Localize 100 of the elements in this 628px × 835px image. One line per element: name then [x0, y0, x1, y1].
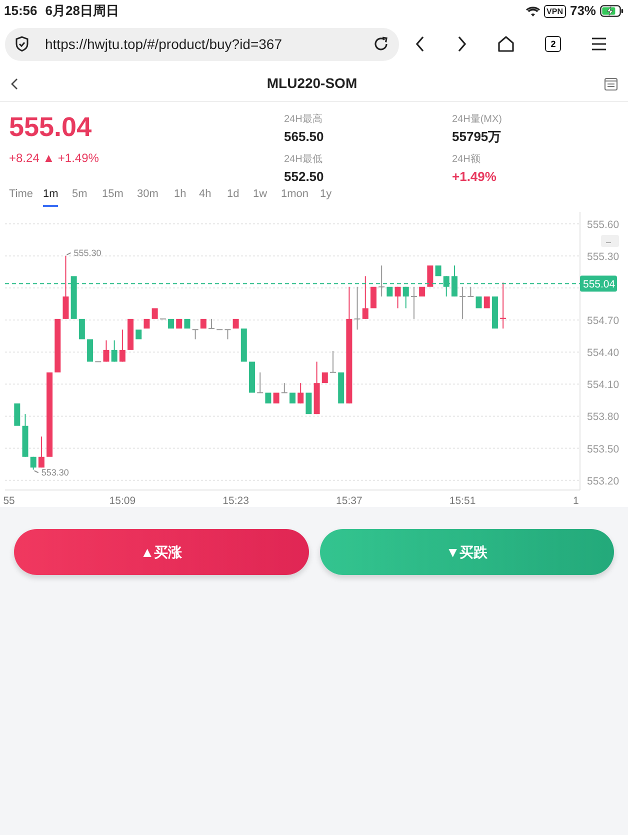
candle: [338, 372, 344, 404]
candle: [184, 318, 190, 329]
stat-value: 552.50: [284, 168, 325, 186]
axis-label: 554.10: [587, 379, 620, 392]
axis-label: 15:37: [336, 495, 362, 507]
interval-tab[interactable]: 1d: [227, 186, 240, 207]
axis-label: 555.30: [587, 250, 620, 263]
candle: [402, 286, 409, 309]
candle: [200, 318, 206, 329]
zoom-out-button[interactable]: –: [601, 235, 619, 247]
back-button[interactable]: [10, 76, 20, 90]
address-bar[interactable]: https://hwjtu.top/#/product/buy?id=367: [5, 28, 399, 60]
battery-percent: 73%: [570, 2, 596, 20]
candle: [152, 308, 158, 319]
price-change: +8.24 ▲ +1.49%: [9, 150, 100, 167]
candle: [370, 286, 376, 308]
candle: [443, 276, 450, 297]
annotation: 555.30: [74, 248, 102, 258]
axis-label: 55: [3, 495, 15, 507]
axis-label: 15:09: [109, 495, 136, 507]
battery-icon: [600, 5, 624, 17]
home-button[interactable]: [497, 35, 516, 53]
page-title: MLU220-SOM: [266, 74, 358, 93]
tabs-button[interactable]: 2: [545, 36, 562, 52]
candle: [330, 350, 336, 373]
last-price-tag: 555.04: [580, 276, 617, 292]
wifi-icon: [526, 6, 540, 16]
buy-down-button[interactable]: ▼买跌: [320, 529, 614, 575]
interval-tab[interactable]: 1w: [253, 186, 268, 207]
status-time: 15:56: [4, 2, 38, 20]
candle: [410, 286, 417, 320]
candle: [468, 286, 474, 297]
candle: [103, 340, 110, 362]
shield-icon: [15, 36, 29, 52]
candle: [394, 286, 401, 309]
interval-tab[interactable]: 30m: [137, 186, 158, 207]
candle: [208, 318, 215, 330]
axis-label: 553.50: [587, 443, 620, 456]
stat-label: 24H最低: [284, 152, 324, 166]
stat-value: +1.49%: [452, 168, 498, 186]
candle: [257, 372, 264, 394]
interval-tab[interactable]: 1mon: [281, 186, 309, 207]
candle: [386, 286, 393, 296]
candle: [427, 265, 434, 287]
candle: [30, 456, 36, 470]
candle: [14, 403, 20, 426]
interval-tab[interactable]: 5m: [72, 186, 88, 207]
candle: [249, 362, 255, 393]
candle: [70, 276, 77, 319]
candle: [111, 340, 118, 362]
axis-label: 555.60: [587, 218, 620, 231]
axis-label: 554.70: [587, 315, 620, 327]
candle: [354, 286, 360, 330]
candle: [460, 286, 466, 320]
candle: [500, 282, 506, 330]
candle: [476, 296, 482, 308]
candle: [306, 392, 312, 414]
candle: [144, 318, 150, 329]
stat-value: 565.50: [284, 128, 325, 146]
candle: [192, 329, 198, 340]
menu-button[interactable]: [591, 37, 608, 51]
candle: [273, 392, 280, 404]
candle: [232, 318, 239, 329]
candle: [290, 392, 296, 404]
interval-tab[interactable]: 4h: [199, 186, 212, 207]
candle: [419, 286, 426, 296]
axis-label: 553.80: [587, 411, 620, 424]
candle: [265, 392, 272, 404]
candle: [484, 296, 490, 308]
candle: [22, 414, 28, 458]
forward-button[interactable]: [456, 35, 468, 53]
candle: [87, 339, 94, 362]
candle: [435, 265, 442, 276]
axis-label: 554.40: [587, 347, 620, 360]
candle: [492, 296, 498, 329]
candle: [298, 382, 304, 404]
axis-label: 553.20: [587, 475, 620, 488]
candle: [62, 255, 69, 320]
status-date: 6月28日周日: [45, 2, 119, 20]
interval-tab[interactable]: Time: [9, 186, 34, 207]
candle: [54, 318, 61, 372]
stat-value: 55795万: [452, 128, 502, 146]
axis-label: 15:23: [222, 495, 249, 507]
document-icon[interactable]: [604, 76, 618, 90]
interval-tab[interactable]: 1h: [174, 186, 186, 207]
interval-tab[interactable]: 15m: [102, 186, 124, 207]
candle: [281, 382, 288, 394]
back-button[interactable]: [414, 35, 426, 53]
current-price: 555.04: [9, 114, 93, 141]
candle: [451, 264, 458, 297]
interval-tab[interactable]: 1y: [320, 186, 332, 207]
candle: [38, 436, 44, 468]
candle: [176, 318, 182, 329]
candle: [168, 318, 174, 329]
stat-label: 24H量(MX): [452, 113, 504, 127]
annotation: 553.30: [41, 468, 69, 478]
reload-button[interactable]: [373, 36, 389, 52]
buy-up-button[interactable]: ▲买涨: [14, 529, 308, 575]
stat-label: 24H额: [452, 152, 482, 166]
axis-label: 1: [573, 495, 579, 507]
